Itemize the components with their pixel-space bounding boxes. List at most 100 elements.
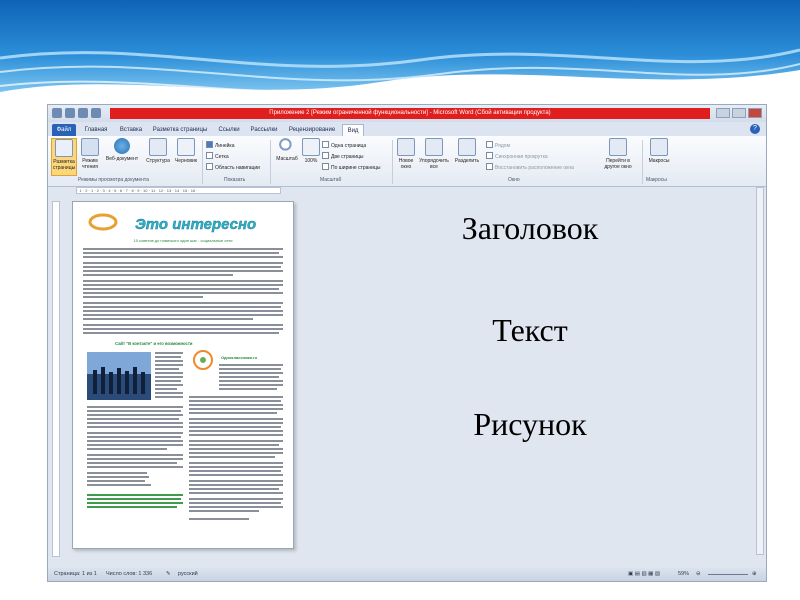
print-layout-button[interactable]: Разметка страницы xyxy=(51,138,77,176)
horizontal-ruler[interactable]: · 1 · 2 · 1 · 2 · 3 · 4 · 5 · 6 · 7 · 8 … xyxy=(76,187,281,194)
switch-windows-button[interactable]: Перейти в другое окно xyxy=(598,138,638,170)
heading-label: Заголовок xyxy=(461,210,599,246)
ribbon-separator xyxy=(202,140,203,184)
tab-file[interactable]: Файл xyxy=(52,124,76,136)
close-button[interactable] xyxy=(748,108,762,118)
ruler-checkbox[interactable]: Линейка xyxy=(206,141,235,149)
page-content: Это интересно 10 советов до новичкого од… xyxy=(83,213,283,520)
help-icon[interactable]: ? xyxy=(750,124,760,134)
split-button[interactable]: Разделить xyxy=(452,138,482,164)
grid-label: Сетка xyxy=(215,154,229,160)
split-icon xyxy=(458,138,476,156)
tab-page-layout[interactable]: Разметка страницы xyxy=(152,124,208,136)
wave-banner xyxy=(0,0,800,110)
tab-references[interactable]: Ссылки xyxy=(216,124,242,136)
tab-view[interactable]: Вид xyxy=(342,124,364,136)
ruler-label: Линейка xyxy=(215,143,235,149)
page-width-button[interactable]: По ширине страницы xyxy=(322,163,380,171)
zoom-in-icon[interactable]: ⊕ xyxy=(752,568,757,581)
macros-button[interactable]: Макросы xyxy=(646,138,672,164)
minimize-button[interactable] xyxy=(716,108,730,118)
text-label: Текст xyxy=(492,312,568,348)
word-count[interactable]: Число слов: 1 336 xyxy=(106,568,152,581)
ribbon: Разметка страницы Режим чтения Веб-докум… xyxy=(48,136,766,187)
page-count[interactable]: Страница: 1 из 1 xyxy=(54,568,97,581)
zoom-100-button[interactable]: 100% xyxy=(302,138,320,164)
language[interactable]: русский xyxy=(178,568,198,581)
ribbon-separator xyxy=(392,140,393,184)
quick-access-toolbar xyxy=(52,108,101,118)
checkbox-icon xyxy=(206,163,213,170)
reset-window-position-icon xyxy=(486,163,493,170)
one-page-label: Одна страница xyxy=(331,143,367,149)
window-controls xyxy=(716,108,762,118)
web-layout-button[interactable]: Веб-документ xyxy=(102,138,142,162)
banner-title: Это интересно xyxy=(135,216,256,233)
ribbon-separator xyxy=(642,140,643,184)
redo-icon[interactable] xyxy=(91,108,101,118)
reading-mode-button[interactable]: Режим чтения xyxy=(79,138,101,170)
sync-scroll-label: Синхронная прокрутка xyxy=(495,154,548,160)
draft-icon xyxy=(177,138,195,156)
undo-icon[interactable] xyxy=(78,108,88,118)
title-bar: Приложение 2 [Режим ограниченной функцио… xyxy=(48,105,766,122)
arrange-all-label: Упорядочить все xyxy=(419,158,449,170)
outline-label: Структура xyxy=(146,158,170,164)
outline-button[interactable]: Структура xyxy=(144,138,172,164)
draft-label: Черновик xyxy=(174,158,198,164)
arrange-all-button[interactable]: Упорядочить все xyxy=(418,138,450,170)
zoom-group-label: Масштаб xyxy=(320,177,342,183)
column-text-right xyxy=(189,396,283,520)
draft-button[interactable]: Черновик xyxy=(172,138,200,164)
side-title: Одноклассники.ru xyxy=(221,355,258,360)
zoom-level[interactable]: 59% xyxy=(678,568,689,581)
proofing-icon[interactable]: ✎ xyxy=(166,568,171,581)
tab-insert[interactable]: Вставка xyxy=(116,124,146,136)
save-icon[interactable] xyxy=(65,108,75,118)
macros-label: Макросы xyxy=(648,158,670,164)
view-buttons[interactable]: ▣ ▤ ▥ ▦ ▧ xyxy=(628,568,660,581)
zoom-button[interactable]: Масштаб xyxy=(274,138,300,162)
one-page-button[interactable]: Одна страница xyxy=(322,141,366,149)
new-window-button[interactable]: Новое окно xyxy=(396,138,416,170)
checkbox-icon xyxy=(206,152,213,159)
side-by-side-label: Рядом xyxy=(495,143,511,149)
grid-checkbox[interactable]: Сетка xyxy=(206,152,229,160)
sync-scroll-button[interactable]: Синхронная прокрутка xyxy=(486,152,548,160)
picture-label: Рисунок xyxy=(473,406,587,442)
magnifier-icon xyxy=(279,138,295,154)
vertical-scrollbar[interactable] xyxy=(756,187,764,555)
zoom-label: Масштаб xyxy=(276,156,298,162)
two-pages-icon xyxy=(322,152,329,159)
switch-windows-icon xyxy=(609,138,627,156)
column-text-left-top xyxy=(155,352,183,398)
window-title: Приложение 2 [Режим ограниченной функцио… xyxy=(110,108,710,119)
zoom-slider[interactable] xyxy=(708,574,748,575)
maximize-button[interactable] xyxy=(732,108,746,118)
outline-icon xyxy=(149,138,167,156)
zoom-out-icon[interactable]: ⊖ xyxy=(696,568,701,581)
ribbon-tabs: Файл Главная Вставка Разметка страницы С… xyxy=(48,122,766,136)
side-by-side-button[interactable]: Рядом xyxy=(486,141,510,149)
tab-mailings[interactable]: Рассылки xyxy=(248,124,280,136)
status-bar: Страница: 1 из 1 Число слов: 1 336 ✎ рус… xyxy=(48,568,766,581)
vertical-ruler[interactable] xyxy=(52,201,60,557)
ribbon-separator xyxy=(270,140,271,184)
header-ornament xyxy=(88,213,118,231)
word-logo-icon xyxy=(52,108,62,118)
navigation-pane-checkbox[interactable]: Область навигации xyxy=(206,163,260,171)
web-layout-label: Веб-документ xyxy=(105,156,139,162)
macros-group-label: Макросы xyxy=(646,177,667,183)
reading-mode-label: Режим чтения xyxy=(82,158,98,170)
views-group-label: Режимы просмотра документа xyxy=(78,177,149,183)
document-page[interactable]: Это интересно 10 советов до новичкого од… xyxy=(72,201,294,549)
new-window-icon xyxy=(397,138,415,156)
page-layout-icon xyxy=(55,139,73,157)
logo-center xyxy=(200,357,206,363)
two-pages-button[interactable]: Две страницы xyxy=(322,152,364,160)
reset-window-position-button[interactable]: Восстановить расположение окна xyxy=(486,163,574,171)
switch-windows-label: Перейти в другое окно xyxy=(604,158,632,170)
globe-icon xyxy=(114,138,130,154)
tab-home[interactable]: Главная xyxy=(82,124,110,136)
tab-review[interactable]: Рецензирование xyxy=(286,124,338,136)
